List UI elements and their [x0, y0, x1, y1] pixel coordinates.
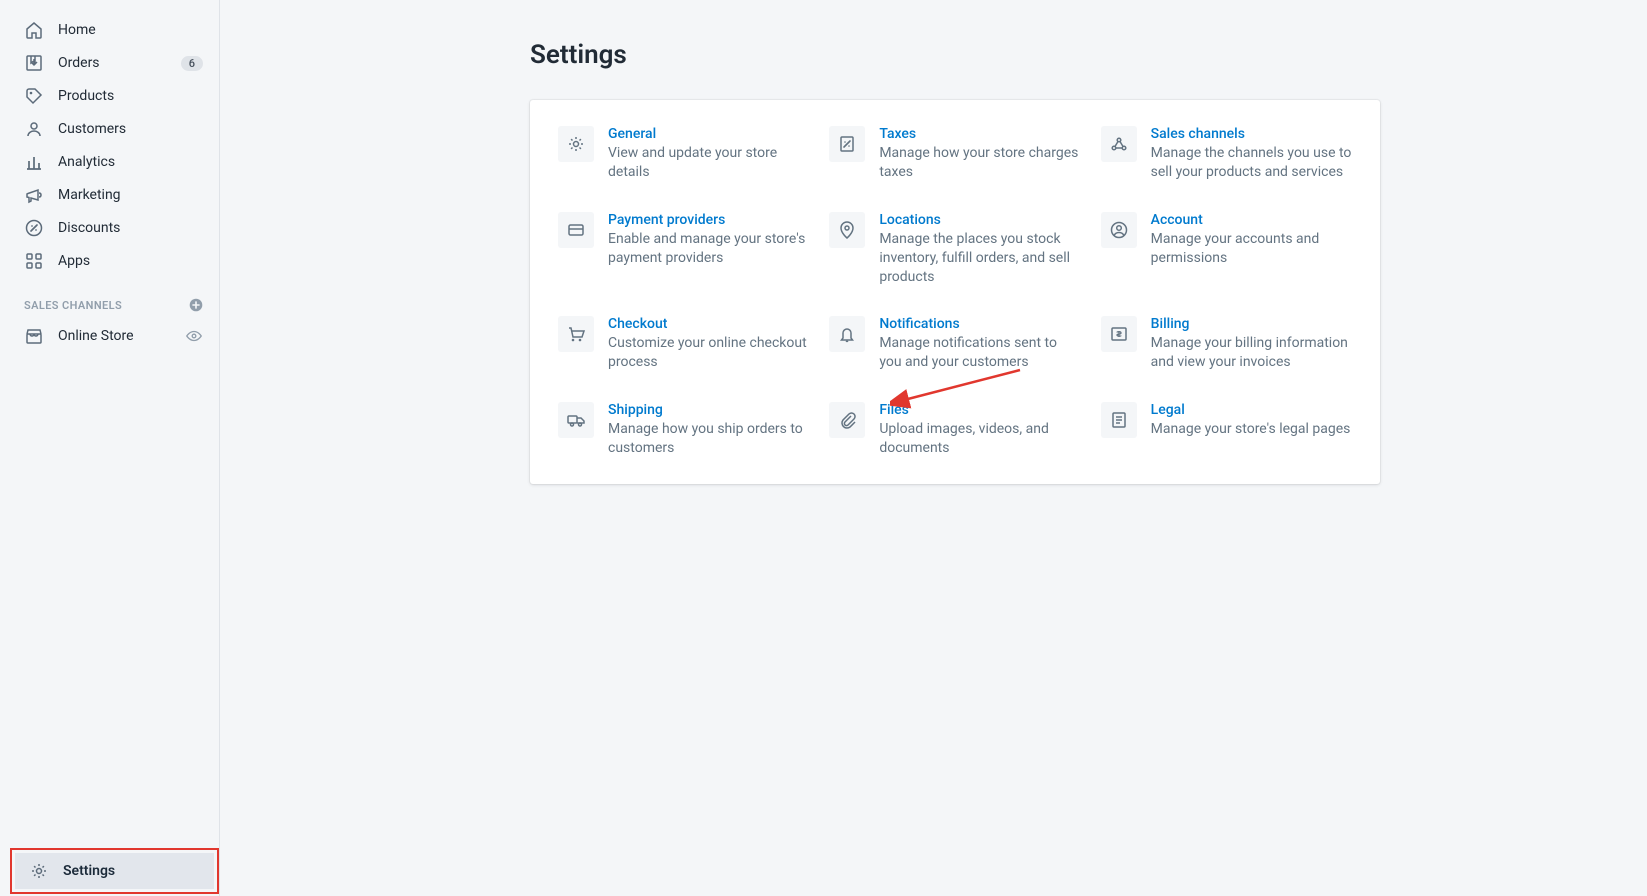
sidebar-item-orders[interactable]: Orders 6 — [14, 47, 215, 79]
sidebar-item-label: Settings — [63, 863, 202, 879]
setting-title: Taxes — [879, 126, 1080, 142]
setting-title: Checkout — [608, 316, 809, 332]
online-store-icon — [24, 326, 44, 346]
gear-icon — [558, 126, 594, 162]
setting-title: Locations — [879, 212, 1080, 228]
apps-icon — [24, 251, 44, 271]
add-channel-button[interactable] — [187, 296, 205, 314]
settings-card: General View and update your store detail… — [530, 100, 1380, 484]
setting-desc: Manage the places you stock inventory, f… — [879, 230, 1080, 287]
page-title: Settings — [530, 40, 1647, 70]
sidebar-item-products[interactable]: Products — [14, 80, 215, 112]
setting-legal[interactable]: Legal Manage your store's legal pages — [1101, 402, 1352, 458]
setting-general[interactable]: General View and update your store detail… — [558, 126, 809, 182]
receipt-icon — [829, 126, 865, 162]
settings-highlight-annotation: Settings — [10, 848, 219, 894]
bell-icon — [829, 316, 865, 352]
discounts-icon — [24, 218, 44, 238]
setting-desc: View and update your store details — [608, 144, 809, 182]
setting-sales-channels[interactable]: Sales channels Manage the channels you us… — [1101, 126, 1352, 182]
gear-icon — [29, 861, 49, 881]
setting-desc: Manage notifications sent to you and you… — [879, 334, 1080, 372]
setting-desc: Manage your accounts and permissions — [1151, 230, 1352, 268]
products-icon — [24, 86, 44, 106]
setting-payment-providers[interactable]: Payment providers Enable and manage your … — [558, 212, 809, 287]
sidebar-item-apps[interactable]: Apps — [14, 245, 215, 277]
main-content: Settings General View and update your sto… — [220, 0, 1647, 896]
sidebar-item-label: Marketing — [58, 187, 203, 203]
card-icon — [558, 212, 594, 248]
clip-icon — [829, 402, 865, 438]
setting-desc: Enable and manage your store's payment p… — [608, 230, 809, 268]
home-icon — [24, 20, 44, 40]
location-icon — [829, 212, 865, 248]
billing-icon — [1101, 316, 1137, 352]
sidebar-item-settings[interactable]: Settings — [15, 853, 214, 889]
setting-account[interactable]: Account Manage your accounts and permissi… — [1101, 212, 1352, 287]
sales-channels-title: SALES CHANNELS — [24, 299, 122, 312]
setting-desc: Manage your store's legal pages — [1151, 420, 1351, 439]
setting-shipping[interactable]: Shipping Manage how you ship orders to cu… — [558, 402, 809, 458]
sales-channels-header: SALES CHANNELS — [10, 278, 219, 320]
sidebar: Home Orders 6 Products Customers Analyti… — [10, 0, 220, 896]
sidebar-item-label: Products — [58, 88, 203, 104]
sidebar-item-home[interactable]: Home — [14, 14, 215, 46]
setting-title: Billing — [1151, 316, 1352, 332]
setting-desc: Manage your billing information and view… — [1151, 334, 1352, 372]
sidebar-item-label: Apps — [58, 253, 203, 269]
setting-taxes[interactable]: Taxes Manage how your store charges taxes — [829, 126, 1080, 182]
setting-desc: Manage the channels you use to sell your… — [1151, 144, 1352, 182]
cart-icon — [558, 316, 594, 352]
view-store-icon[interactable] — [185, 327, 203, 345]
setting-title: Account — [1151, 212, 1352, 228]
setting-desc: Customize your online checkout process — [608, 334, 809, 372]
setting-title: Sales channels — [1151, 126, 1352, 142]
setting-locations[interactable]: Locations Manage the places you stock inv… — [829, 212, 1080, 287]
sidebar-item-label: Home — [58, 22, 203, 38]
setting-title: Notifications — [879, 316, 1080, 332]
setting-title: General — [608, 126, 809, 142]
sidebar-item-online-store[interactable]: Online Store — [14, 320, 215, 352]
sidebar-item-discounts[interactable]: Discounts — [14, 212, 215, 244]
legal-icon — [1101, 402, 1137, 438]
marketing-icon — [24, 185, 44, 205]
setting-desc: Manage how your store charges taxes — [879, 144, 1080, 182]
setting-title: Shipping — [608, 402, 809, 418]
orders-badge: 6 — [181, 56, 203, 71]
sidebar-item-label: Online Store — [58, 328, 185, 344]
sidebar-item-label: Customers — [58, 121, 203, 137]
setting-files[interactable]: Files Upload images, videos, and document… — [829, 402, 1080, 458]
setting-notifications[interactable]: Notifications Manage notifications sent t… — [829, 316, 1080, 372]
setting-title: Legal — [1151, 402, 1351, 418]
sidebar-item-label: Orders — [58, 55, 181, 71]
channels-icon — [1101, 126, 1137, 162]
sidebar-item-label: Discounts — [58, 220, 203, 236]
setting-checkout[interactable]: Checkout Customize your online checkout p… — [558, 316, 809, 372]
truck-icon — [558, 402, 594, 438]
setting-title: Files — [879, 402, 1080, 418]
sidebar-item-label: Analytics — [58, 154, 203, 170]
setting-billing[interactable]: Billing Manage your billing information a… — [1101, 316, 1352, 372]
sidebar-item-customers[interactable]: Customers — [14, 113, 215, 145]
sidebar-item-marketing[interactable]: Marketing — [14, 179, 215, 211]
analytics-icon — [24, 152, 44, 172]
account-icon — [1101, 212, 1137, 248]
orders-icon — [24, 53, 44, 73]
setting-title: Payment providers — [608, 212, 809, 228]
setting-desc: Upload images, videos, and documents — [879, 420, 1080, 458]
setting-desc: Manage how you ship orders to customers — [608, 420, 809, 458]
customers-icon — [24, 119, 44, 139]
sidebar-item-analytics[interactable]: Analytics — [14, 146, 215, 178]
